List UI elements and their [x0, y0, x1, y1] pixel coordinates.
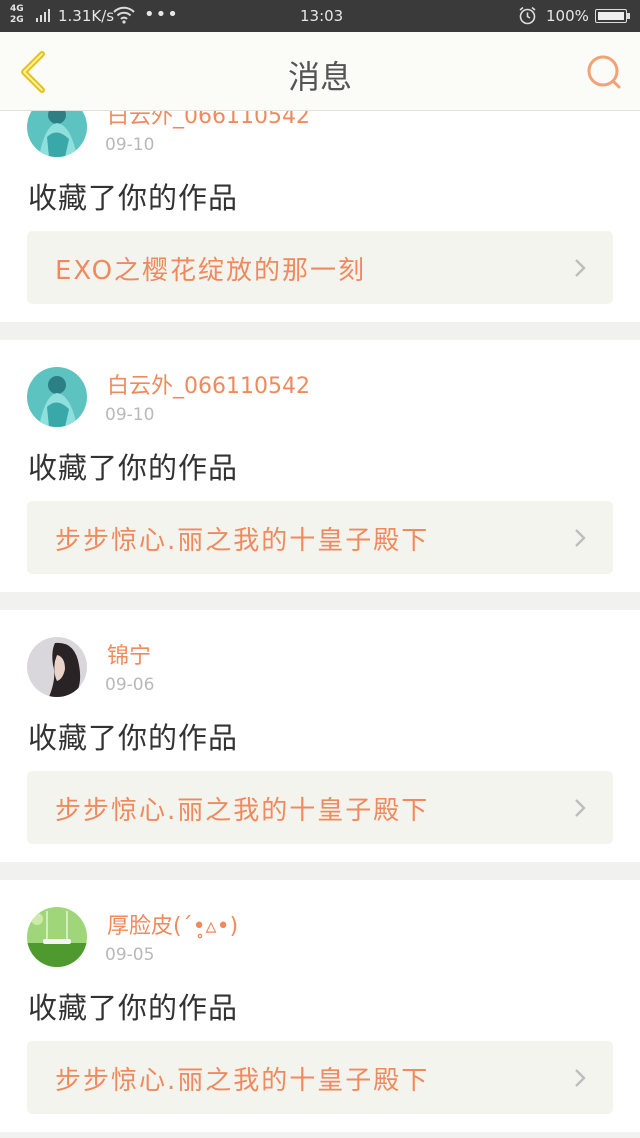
avatar[interactable] [27, 637, 87, 697]
avatar[interactable] [27, 907, 87, 967]
search-icon[interactable] [584, 52, 624, 92]
action-text: 收藏了你的作品 [28, 991, 239, 1025]
username[interactable]: 白云外_066110542 [107, 111, 310, 130]
action-text: 收藏了你的作品 [28, 181, 239, 215]
battery-icon [595, 9, 630, 23]
status-bar: 4G 2G 1.31K/s ••• 13:03 100% [0, 0, 640, 32]
action-text: 收藏了你的作品 [28, 451, 239, 485]
message-card: 白云外_066110542 09-10 收藏了你的作品 EXO之樱花绽放的那一刻 [0, 111, 640, 322]
timestamp: 09-05 [105, 945, 155, 965]
username[interactable]: 锦宁 [107, 638, 151, 670]
timestamp: 09-06 [105, 675, 155, 695]
clock: 13:03 [300, 7, 344, 25]
username[interactable]: 厚脸皮(ˊ•̥▵•) [107, 908, 238, 940]
work-link[interactable]: 步步惊心.丽之我的十皇子殿下 [27, 501, 613, 574]
page-title: 消息 [287, 58, 352, 96]
alarm-icon [519, 6, 536, 25]
message-feed[interactable]: 白云外_066110542 09-10 收藏了你的作品 EXO之樱花绽放的那一刻… [0, 111, 640, 1138]
network-type: 4G 2G [10, 4, 24, 25]
message-card: 白云外_066110542 09-10 收藏了你的作品 步步惊心.丽之我的十皇子… [0, 340, 640, 592]
battery-percent: 100% [546, 7, 589, 25]
work-link[interactable]: 步步惊心.丽之我的十皇子殿下 [27, 1041, 613, 1114]
work-link[interactable]: 步步惊心.丽之我的十皇子殿下 [27, 771, 613, 844]
username[interactable]: 白云外_066110542 [107, 368, 310, 400]
action-text: 收藏了你的作品 [28, 721, 239, 755]
avatar[interactable] [27, 367, 87, 427]
work-title: 步步惊心.丽之我的十皇子殿下 [55, 796, 430, 826]
more-dots: ••• [144, 4, 179, 25]
signal-icon [36, 9, 50, 22]
chevron-right-icon [575, 259, 586, 277]
avatar[interactable] [27, 111, 87, 157]
timestamp: 09-10 [105, 405, 155, 425]
work-title: 步步惊心.丽之我的十皇子殿下 [55, 1066, 430, 1096]
message-card: 厚脸皮(ˊ•̥▵•) 09-05 收藏了你的作品 步步惊心.丽之我的十皇子殿下 [0, 880, 640, 1132]
chevron-right-icon [575, 799, 586, 817]
network-speed: 1.31K/s [58, 7, 115, 25]
nav-bar: 消息 [0, 32, 640, 111]
chevron-right-icon [575, 1069, 586, 1087]
work-link[interactable]: EXO之樱花绽放的那一刻 [27, 231, 613, 304]
work-title: EXO之樱花绽放的那一刻 [55, 256, 367, 286]
chevron-right-icon [575, 529, 586, 547]
wifi-icon [113, 6, 135, 24]
work-title: 步步惊心.丽之我的十皇子殿下 [55, 526, 430, 556]
timestamp: 09-10 [105, 135, 155, 155]
message-card: 锦宁 09-06 收藏了你的作品 步步惊心.丽之我的十皇子殿下 [0, 610, 640, 862]
